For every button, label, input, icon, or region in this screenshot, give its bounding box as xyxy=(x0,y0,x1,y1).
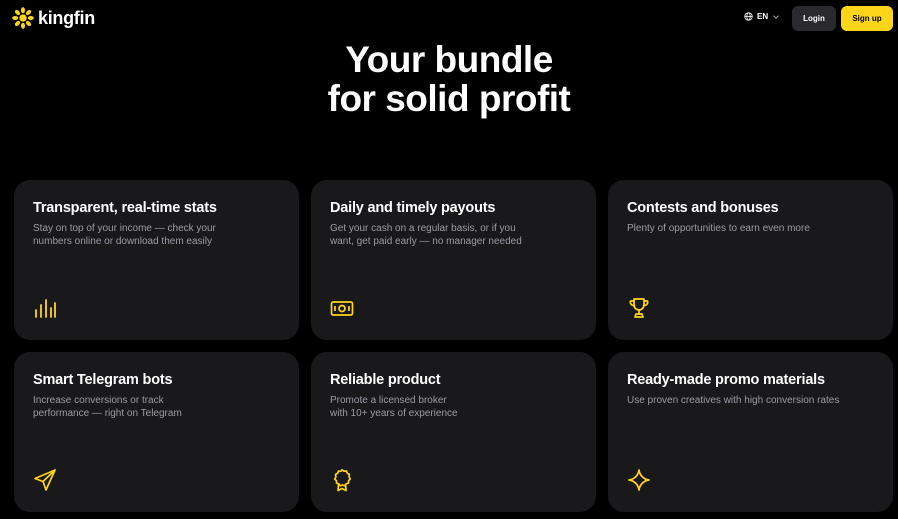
feature-card-promo: Ready-made promo materials Use proven cr… xyxy=(608,352,893,512)
card-description: Promote a licensed broker with 10+ years… xyxy=(330,394,577,420)
bar-chart-icon xyxy=(33,296,57,320)
card-description: Plenty of opportunities to earn even mor… xyxy=(627,222,874,235)
card-description-line: Promote a licensed broker xyxy=(330,395,447,406)
card-description: Get your cash on a regular basis, or if … xyxy=(330,222,577,248)
card-description: Increase conversions or track performanc… xyxy=(33,394,280,420)
card-title: Contests and bonuses xyxy=(627,200,779,216)
feature-card-payouts: Daily and timely payouts Get your cash o… xyxy=(311,180,596,340)
card-description-line: Plenty of opportunities to earn even mor… xyxy=(627,223,810,234)
trophy-icon xyxy=(627,296,651,320)
card-description-line: Increase conversions or track xyxy=(33,395,164,406)
card-title: Reliable product xyxy=(330,372,441,388)
login-button[interactable]: Login xyxy=(792,6,836,31)
card-title: Daily and timely payouts xyxy=(330,200,496,216)
chevron-down-icon xyxy=(773,14,779,19)
card-description-line: Use proven creatives with high conversio… xyxy=(627,395,840,406)
language-selector[interactable]: EN xyxy=(744,12,780,21)
card-description-line: with 10+ years of experience xyxy=(330,408,458,419)
card-title: Transparent, real-time stats xyxy=(33,200,217,216)
card-title: Ready-made promo materials xyxy=(627,372,825,388)
brand-logo[interactable]: kingfin xyxy=(12,7,95,29)
award-badge-icon xyxy=(330,468,354,492)
card-description-line: Get your cash on a regular basis, or if … xyxy=(330,223,516,234)
sparkle-icon xyxy=(627,468,651,492)
card-description-line: want, get paid early — no manager needed xyxy=(330,236,522,247)
features-grid: Transparent, real-time stats Stay on top… xyxy=(14,180,893,512)
paper-plane-icon xyxy=(33,468,57,492)
hero-line-1: Your bundle xyxy=(345,39,553,80)
feature-card-reliable: Reliable product Promote a licensed brok… xyxy=(311,352,596,512)
card-description: Stay on top of your income — check your … xyxy=(33,222,280,248)
feature-card-contests: Contests and bonuses Plenty of opportuni… xyxy=(608,180,893,340)
feature-card-stats: Transparent, real-time stats Stay on top… xyxy=(14,180,299,340)
hero-heading: Your bundle for solid profit xyxy=(0,40,898,118)
sun-flower-logo-icon xyxy=(12,7,34,29)
signup-button[interactable]: Sign up xyxy=(841,6,893,31)
card-title: Smart Telegram bots xyxy=(33,372,173,388)
cash-icon xyxy=(330,296,354,320)
card-description: Use proven creatives with high conversio… xyxy=(627,394,874,407)
globe-icon xyxy=(744,12,753,21)
card-description-line: performance — right on Telegram xyxy=(33,408,182,419)
card-description-line: numbers online or download them easily xyxy=(33,236,212,247)
language-code: EN xyxy=(757,12,769,21)
hero-line-2: for solid profit xyxy=(327,78,571,119)
brand-name: kingfin xyxy=(38,7,95,28)
feature-card-telegram: Smart Telegram bots Increase conversions… xyxy=(14,352,299,512)
top-header: kingfin EN Login Sign up xyxy=(0,0,898,38)
card-description-line: Stay on top of your income — check your xyxy=(33,223,216,234)
